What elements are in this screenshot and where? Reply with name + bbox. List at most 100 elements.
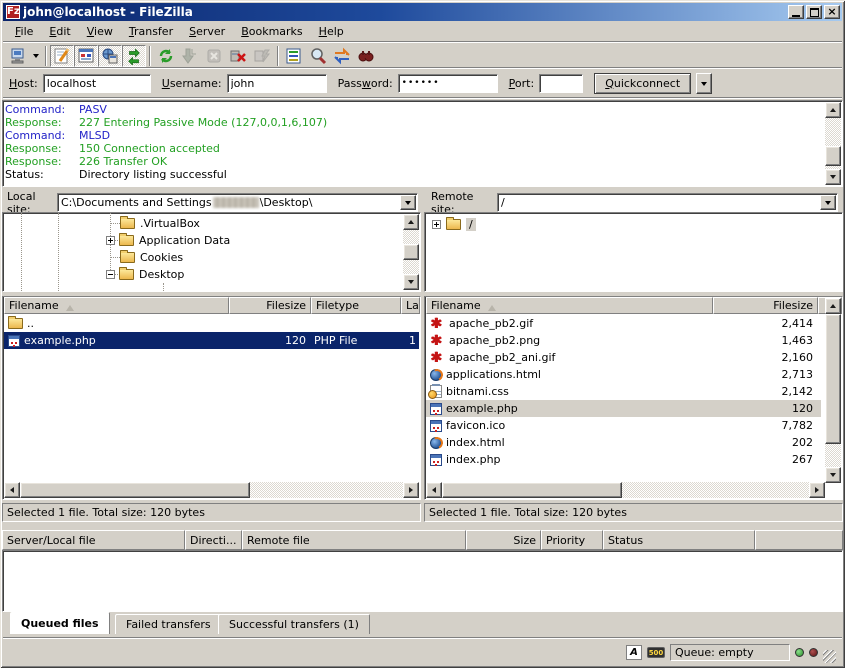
file-row-example-php[interactable]: example.php 120 PHP File 1 [4,332,419,349]
file-name: example.php [24,334,96,347]
resize-grip[interactable] [823,650,836,663]
file-row-example-php[interactable]: example.php 120 [426,400,821,417]
scroll-up-button[interactable] [825,102,841,118]
expand-icon[interactable] [432,220,441,229]
find-files-button[interactable] [354,45,378,67]
scroll-down-button[interactable] [825,169,841,185]
remote-tree[interactable]: / [424,212,843,292]
disconnect-button[interactable] [226,45,250,67]
file-row[interactable]: favicon.ico 7,782 [426,417,821,434]
collapse-icon[interactable] [106,270,115,279]
column-header-filename[interactable]: Filename [426,297,713,314]
queue-column-direction[interactable]: Directi... [185,530,242,550]
process-queue-button[interactable] [178,45,202,67]
tree-item-desktop[interactable]: Desktop [106,266,184,283]
file-name: index.php [446,453,501,466]
local-list-hscrollbar[interactable] [4,482,419,498]
queue-list-area[interactable] [2,550,843,612]
scroll-right-button[interactable] [809,482,825,498]
scrollbar-thumb[interactable] [825,314,841,444]
file-row[interactable]: ✱apache_pb2_ani.gif 2,160 [426,349,821,366]
queue-column-size[interactable]: Size [466,530,541,550]
tab-successful-transfers[interactable]: Successful transfers (1) [218,614,370,634]
file-row-parent-dir[interactable]: .. [4,315,419,332]
remote-site-combobox[interactable]: / [497,193,838,212]
queue-column-remote-file[interactable]: Remote file [242,530,466,550]
local-site-combobox[interactable]: C:\Documents and Settings\Desktop\ [57,193,418,212]
scroll-down-button[interactable] [825,467,841,483]
menu-help[interactable]: Help [311,23,352,40]
cancel-operation-button[interactable] [202,45,226,67]
message-log[interactable]: Command:PASV Response:227 Entering Passi… [2,100,843,187]
refresh-button[interactable] [154,45,178,67]
tree-item-virtualbox[interactable]: .VirtualBox [120,215,200,232]
scroll-up-button[interactable] [403,214,419,230]
remote-file-list[interactable]: Filename Filesize ✱apache_pb2.gif 2,414 … [424,296,843,500]
scroll-up-button[interactable] [825,298,841,314]
menu-server[interactable]: Server [181,23,233,40]
site-manager-dropdown[interactable] [30,45,42,67]
close-button[interactable]: × [824,5,840,19]
file-row[interactable]: index.html 202 [426,434,821,451]
log-scrollbar[interactable] [825,102,841,185]
column-header-filesize[interactable]: Filesize [229,297,311,314]
file-row[interactable]: ✱apache_pb2.png 1,463 [426,332,821,349]
maximize-button[interactable] [806,5,822,19]
scroll-left-button[interactable] [4,482,20,498]
remote-list-hscrollbar[interactable] [426,482,825,498]
minimize-button[interactable] [788,5,804,19]
tree-item-cookies[interactable]: Cookies [120,249,183,266]
file-row[interactable]: bitnami.css 2,142 [426,383,821,400]
title-bar[interactable]: Fz john@localhost - FileZilla × [3,3,842,21]
scrollbar-thumb[interactable] [403,244,419,260]
username-input[interactable] [227,74,327,93]
tab-queued-files[interactable]: Queued files [10,612,110,634]
file-row[interactable]: ✱apache_pb2.gif 2,414 [426,315,821,332]
local-file-list[interactable]: Filename Filesize Filetype Last modified… [2,296,421,500]
scroll-right-button[interactable] [403,482,419,498]
queue-column-server-local-file[interactable]: Server/Local file [2,530,185,550]
site-manager-button[interactable] [6,45,30,67]
scrollbar-thumb[interactable] [20,482,250,498]
column-header-filename[interactable]: Filename [4,297,229,314]
local-tree-scrollbar[interactable] [403,214,419,290]
menu-edit[interactable]: Edit [41,23,78,40]
queue-column-status[interactable]: Status [603,530,755,550]
password-input[interactable] [398,74,498,93]
scroll-left-button[interactable] [426,482,442,498]
column-header-filetype[interactable]: Filetype [311,297,401,314]
column-header-last-modified[interactable]: Last modified [401,297,420,314]
menu-bookmarks[interactable]: Bookmarks [233,23,310,40]
scrollbar-thumb[interactable] [825,146,841,166]
tree-item-application-data[interactable]: Application Data [106,232,230,249]
reconnect-button[interactable] [250,45,274,67]
menu-file[interactable]: File [7,23,41,40]
remote-site-dropdown-button[interactable] [820,195,836,210]
local-tree[interactable]: .VirtualBox Application Data Cookies Des… [2,212,421,292]
scrollbar-thumb[interactable] [442,482,622,498]
sync-browsing-button[interactable] [330,45,354,67]
toggle-remote-tree-button[interactable] [98,45,122,67]
directory-comparison-button[interactable] [306,45,330,67]
toggle-transfer-queue-button[interactable] [122,45,146,67]
file-name: .. [27,317,34,330]
local-site-dropdown-button[interactable] [400,195,416,210]
port-input[interactable] [539,74,583,93]
column-header-filesize[interactable]: Filesize [713,297,818,314]
menu-view[interactable]: View [79,23,121,40]
tree-item-root[interactable]: / [432,216,476,233]
file-row[interactable]: applications.html 2,713 [426,366,821,383]
remote-list-vscrollbar[interactable] [825,298,841,483]
quickconnect-button[interactable]: Quickconnect [594,73,691,94]
toggle-local-tree-button[interactable] [74,45,98,67]
file-row[interactable]: index.php 267 [426,451,821,468]
quickconnect-dropdown[interactable] [696,73,712,94]
host-input[interactable] [43,74,151,93]
scroll-down-button[interactable] [403,274,419,290]
toggle-message-log-button[interactable] [50,45,74,67]
menu-transfer[interactable]: Transfer [121,23,181,40]
expand-icon[interactable] [106,236,115,245]
queue-column-priority[interactable]: Priority [541,530,603,550]
filter-button[interactable] [282,45,306,67]
tab-failed-transfers[interactable]: Failed transfers [115,614,222,634]
